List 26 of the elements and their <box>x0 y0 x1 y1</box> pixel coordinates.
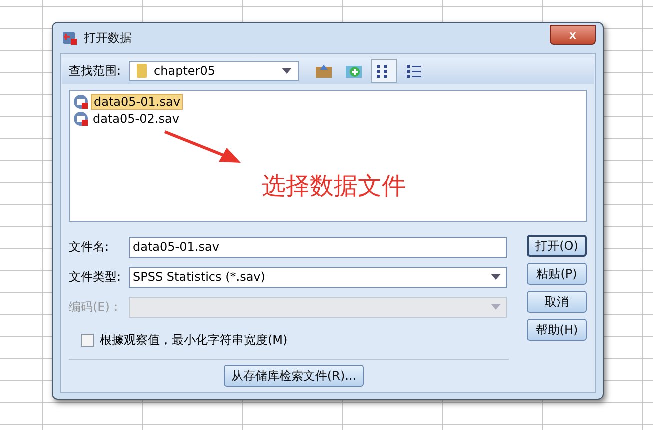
file-item[interactable]: data05-01.sav <box>91 94 184 110</box>
folder-icon <box>136 63 148 79</box>
app-icon <box>62 30 78 46</box>
caret-icon <box>491 274 501 280</box>
field-label: 编码(E)： <box>69 298 123 316</box>
file-name-field[interactable]: data05-01.sav <box>129 236 507 258</box>
look-in-dropdown[interactable]: chapter05 <box>129 61 300 81</box>
repository-button[interactable]: 从存储库检索文件(R)... <box>224 365 364 387</box>
dialog-button[interactable]: 打开(O) <box>527 235 587 257</box>
file-type-dropdown[interactable]: SPSS Statistics (*.sav) <box>129 266 507 288</box>
annotation-text: 选择数据文件 <box>262 171 406 202</box>
caret-icon <box>491 304 501 310</box>
dialog-button[interactable]: 帮助(H) <box>527 319 587 341</box>
caret-icon <box>282 68 292 74</box>
window-title: 打开数据 <box>84 30 132 46</box>
file-item[interactable]: data05-02.sav <box>91 112 182 126</box>
checkbox[interactable] <box>81 334 94 347</box>
data-file-icon <box>73 94 89 110</box>
data-file-icon <box>73 110 89 126</box>
dialog-button[interactable]: 粘贴(P) <box>527 263 587 285</box>
field-label: 文件名: <box>69 238 110 256</box>
field-label: 文件类型: <box>69 268 122 286</box>
look-in-label: 查找范围: <box>69 62 122 80</box>
checkbox-label: 根據观察值，最小化字符串宽度(M) <box>100 332 288 349</box>
grid-view-icon[interactable] <box>371 59 398 83</box>
dialog-button[interactable]: 取消 <box>527 291 587 313</box>
